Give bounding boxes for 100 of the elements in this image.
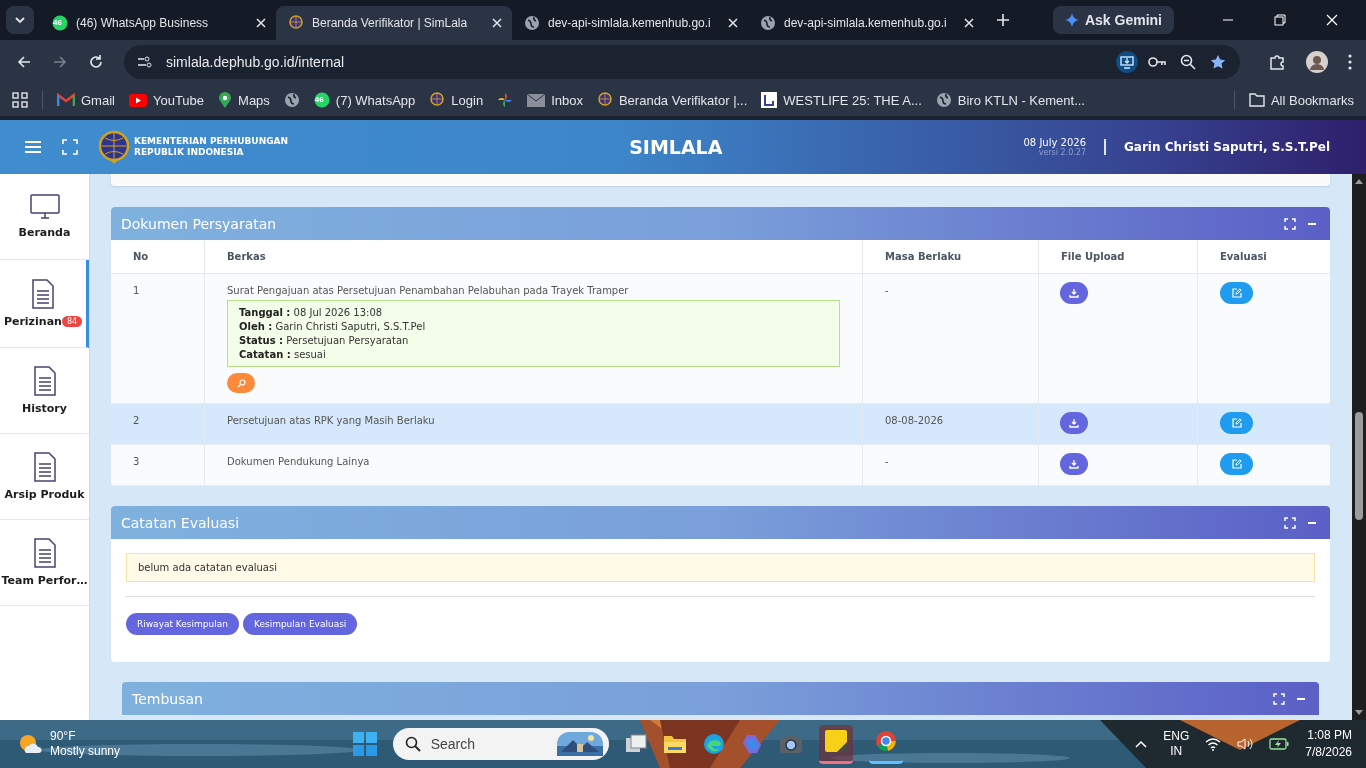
close-icon[interactable] — [964, 18, 974, 28]
bookmark-link[interactable]: Inbox — [527, 92, 583, 108]
panel-title: Dokumen Persyaratan — [121, 215, 277, 232]
globe-icon — [935, 92, 952, 108]
globe-emblem-icon — [596, 92, 613, 108]
bookmark-label: (7) WhatsApp — [335, 92, 416, 108]
url-text: simlala.dephub.go.id/internal — [166, 54, 345, 70]
ministry-emblem-icon — [98, 130, 130, 164]
globe-emblem-icon — [288, 15, 304, 31]
avatar-icon[interactable] — [1306, 51, 1328, 73]
bookmark-link[interactable]: YouTube — [128, 92, 205, 108]
scroll-up-icon[interactable] — [1355, 178, 1363, 184]
folder-icon — [1248, 93, 1265, 107]
download-button[interactable] — [1060, 412, 1088, 434]
scroll-thumb[interactable] — [1355, 412, 1363, 520]
document-name: Persetujuan atas RPK yang Masih Berlaku — [227, 415, 435, 426]
sidebar-item[interactable]: Perizinan 84 — [0, 260, 89, 348]
unread-count: 46 — [53, 17, 62, 29]
note-box: belum ada catatan evaluasi — [126, 553, 1315, 582]
sidebar-label: History — [22, 402, 67, 415]
bookmark-label: All Bookmarks — [1270, 92, 1354, 108]
square-logo-icon — [761, 92, 778, 108]
star-icon[interactable] — [1210, 54, 1226, 70]
bookmark-label: YouTube — [152, 92, 205, 108]
download-button[interactable] — [1060, 282, 1088, 304]
tab-title: dev-api-simlala.kemenhub.go.i — [548, 16, 711, 30]
bookmark-icon-link[interactable] — [283, 92, 300, 108]
install-app-icon[interactable] — [1116, 51, 1138, 73]
sidebar-item[interactable]: History — [0, 348, 89, 434]
scrollbar[interactable] — [1352, 174, 1366, 720]
sidebar-item[interactable]: Team Perfor… — [0, 520, 89, 606]
column-header: File Upload — [1038, 240, 1197, 273]
bookmark-link[interactable]: Login — [429, 92, 484, 108]
close-icon[interactable] — [256, 18, 266, 28]
action-button[interactable]: Kesimpulan Evaluasi — [242, 613, 358, 635]
more-icon[interactable] — [1348, 54, 1352, 70]
close-icon[interactable] — [728, 18, 738, 28]
bookmark-link[interactable]: Gmail — [57, 92, 115, 108]
restore-window-icon[interactable] — [1274, 14, 1286, 26]
sparkle-icon — [1064, 13, 1079, 27]
all-bookmarks-button[interactable]: All Bookmarks — [1248, 92, 1354, 108]
table-cell-text: 1 — [132, 284, 141, 298]
panel-title: Catatan Evaluasi — [121, 514, 240, 531]
scroll-down-icon[interactable] — [1355, 710, 1363, 716]
sidebar-item[interactable]: Beranda — [0, 174, 89, 260]
review-line: Status : Persetujuan Persyaratan — [239, 335, 410, 346]
bookmark-link[interactable]: 46 (7) WhatsApp — [313, 92, 416, 108]
gemini-button[interactable]: Ask Gemini — [1052, 6, 1174, 34]
sidebar-label: Perizinan — [3, 315, 62, 328]
panel-title: Tembusan — [132, 690, 203, 707]
browser-tab[interactable]: dev-api-simlala.kemenhub.go.i — [512, 6, 748, 40]
envelope-icon — [527, 93, 546, 107]
extensions-icon[interactable] — [1268, 53, 1286, 71]
address-bar[interactable]: simlala.dephub.go.id/internal — [124, 45, 1240, 79]
app-title: SIMLALA — [629, 136, 723, 158]
edit-button[interactable] — [1220, 282, 1253, 304]
back-icon[interactable] — [16, 54, 32, 70]
forward-icon[interactable] — [52, 54, 68, 70]
bookmark-label: Login — [451, 92, 484, 108]
column-header: Masa Berlaku — [862, 240, 1038, 273]
column-header: Evaluasi — [1197, 240, 1330, 273]
count-badge: 84 — [61, 316, 83, 327]
column-header: No — [132, 250, 150, 264]
download-icon — [1069, 288, 1079, 298]
apps-grid-icon[interactable] — [12, 92, 28, 108]
close-window-icon[interactable] — [1326, 14, 1338, 26]
action-button[interactable]: Riwayat Kesimpulan — [126, 613, 239, 635]
review-line: Catatan : sesuai — [239, 349, 327, 360]
fullscreen-icon[interactable] — [1284, 217, 1296, 230]
document-icon — [32, 452, 57, 482]
reload-icon[interactable] — [88, 54, 104, 70]
key-icon[interactable] — [1148, 56, 1166, 68]
review-line: Oleh : Garin Christi Saputri, S.S.T.Pel — [239, 321, 427, 332]
fullscreen-icon[interactable] — [62, 139, 78, 155]
close-icon[interactable] — [492, 18, 502, 28]
table-cell: - — [862, 445, 1038, 485]
browser-tab[interactable]: dev-api-simlala.kemenhub.go.i — [748, 6, 984, 40]
sidebar-item[interactable]: Arsip Produk — [0, 434, 89, 520]
download-button[interactable] — [1060, 453, 1088, 475]
bookmark-icon-link[interactable] — [497, 92, 514, 108]
browser-tab[interactable]: Beranda Verifikator | SimLala — [276, 6, 512, 40]
browser-tab[interactable]: 46 (46) WhatsApp Business — [40, 6, 276, 40]
zoom-out-icon[interactable] — [1180, 54, 1196, 70]
user-name[interactable]: Garin Christi Saputri, S.S.T.Pel — [1124, 140, 1330, 154]
globe-icon — [283, 92, 300, 108]
sidebar-label: Beranda — [18, 226, 71, 239]
menu-icon[interactable] — [24, 140, 42, 154]
fullscreen-icon[interactable] — [1273, 692, 1285, 705]
download-icon — [1069, 418, 1079, 428]
bookmark-link[interactable]: Maps — [218, 91, 270, 109]
fullscreen-icon[interactable] — [1284, 516, 1296, 529]
edit-button[interactable] — [1220, 453, 1253, 475]
table-cell-text: 2 — [132, 414, 141, 428]
document-name: Dokumen Pendukung Lainya — [227, 456, 370, 467]
site-settings-icon[interactable] — [136, 54, 152, 70]
organization-name: REPUBLIK INDONESIA — [134, 147, 245, 158]
organization-name: KEMENTERIAN PERHUBUNGAN — [134, 136, 289, 147]
tab-list-button[interactable] — [6, 6, 34, 34]
globe-emblem-icon — [429, 92, 446, 108]
new-tab-icon[interactable] — [996, 13, 1010, 27]
